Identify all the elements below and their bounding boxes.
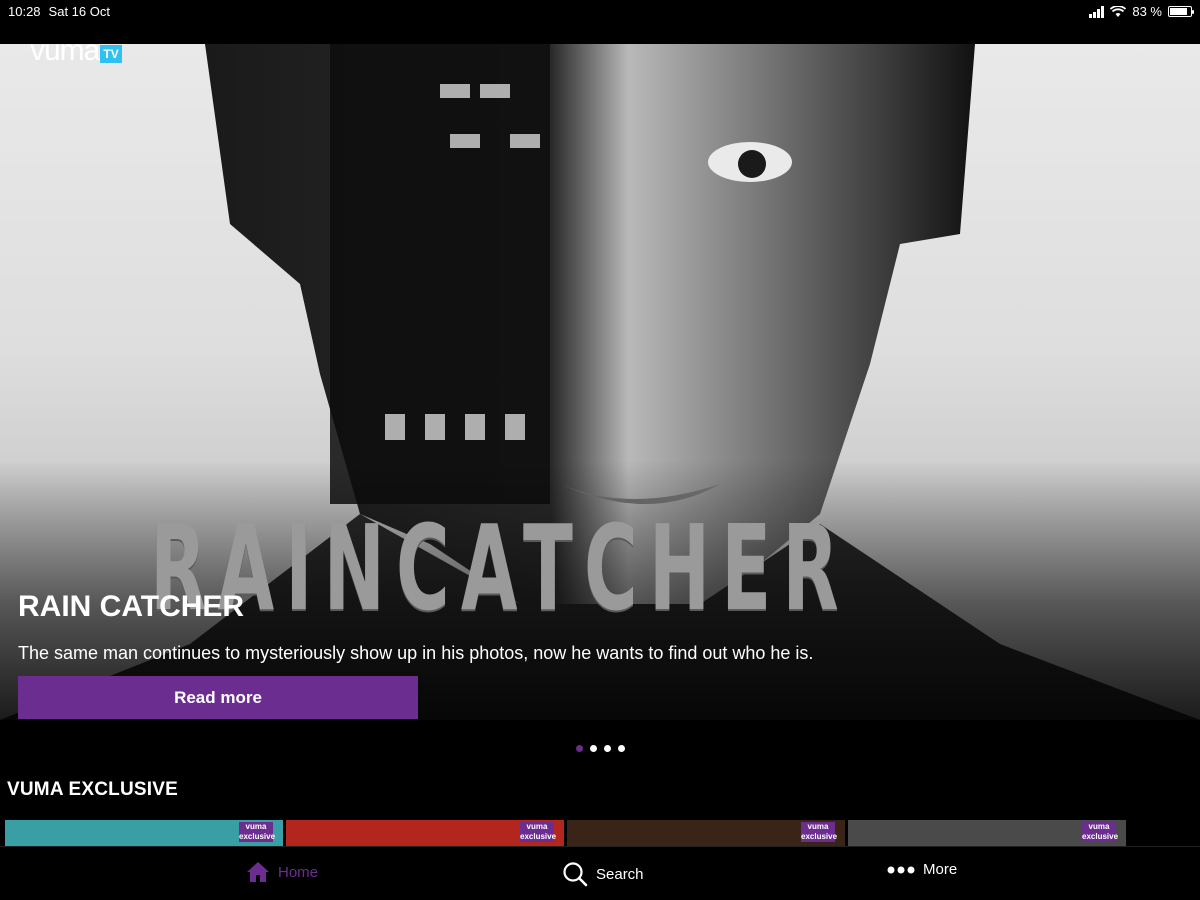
thumbnail-row: vuma exclusive vuma exclusive vuma exclu…	[5, 820, 1200, 846]
content-thumbnail[interactable]: vuma exclusive	[848, 820, 1126, 846]
content-thumbnail[interactable]: vuma exclusive	[5, 820, 283, 846]
content-thumbnail[interactable]: vuma exclusive	[286, 820, 564, 846]
hero-description: The same man continues to mysteriously s…	[18, 643, 814, 663]
status-date: Sat 16 Oct	[48, 4, 110, 19]
logo-tv-badge: TV	[100, 45, 122, 63]
search-icon	[563, 862, 588, 887]
status-time: 10:28	[8, 4, 41, 19]
carousel-dot[interactable]	[590, 745, 597, 752]
read-more-button[interactable]: Read more	[18, 676, 418, 719]
tab-home-label: Home	[278, 863, 319, 881]
cellular-signal-icon	[1089, 5, 1105, 18]
battery-icon	[1168, 6, 1194, 17]
exclusive-badge: vuma exclusive	[520, 822, 557, 842]
exclusive-badge: vuma exclusive	[239, 822, 276, 842]
carousel-dot[interactable]	[604, 745, 611, 752]
carousel-indicator	[576, 745, 625, 752]
content-thumbnail[interactable]: vuma exclusive	[567, 820, 845, 846]
hero-title: RAIN CATCHER	[18, 590, 245, 623]
logo-text: vuma	[30, 44, 100, 67]
battery-percent: 83 %	[1132, 4, 1162, 19]
status-bar: 10:28 Sat 16 Oct 83 %	[0, 0, 1200, 24]
tab-search[interactable]: Search	[562, 861, 644, 887]
tab-more-label: More	[923, 861, 958, 878]
carousel-dot[interactable]	[576, 745, 583, 752]
home-icon	[247, 862, 269, 882]
tab-search-label: Search	[596, 865, 644, 883]
exclusive-badge: vuma exclusive	[1082, 822, 1119, 842]
tab-home[interactable]: Home	[246, 861, 318, 883]
bottom-tab-bar: Home Search More	[0, 846, 1200, 900]
more-dots-icon	[887, 866, 915, 873]
tab-more[interactable]: More	[887, 861, 957, 878]
section-title: VUMA EXCLUSIVE	[7, 779, 179, 800]
exclusive-badge: vuma exclusive	[801, 822, 838, 842]
wifi-icon	[1110, 5, 1127, 17]
hero-banner[interactable]: vuma TV RAINCATCHER RAIN CATCHER The sam…	[0, 44, 1200, 720]
vuma-tv-logo[interactable]: vuma TV	[30, 44, 122, 67]
carousel-dot[interactable]	[618, 745, 625, 752]
